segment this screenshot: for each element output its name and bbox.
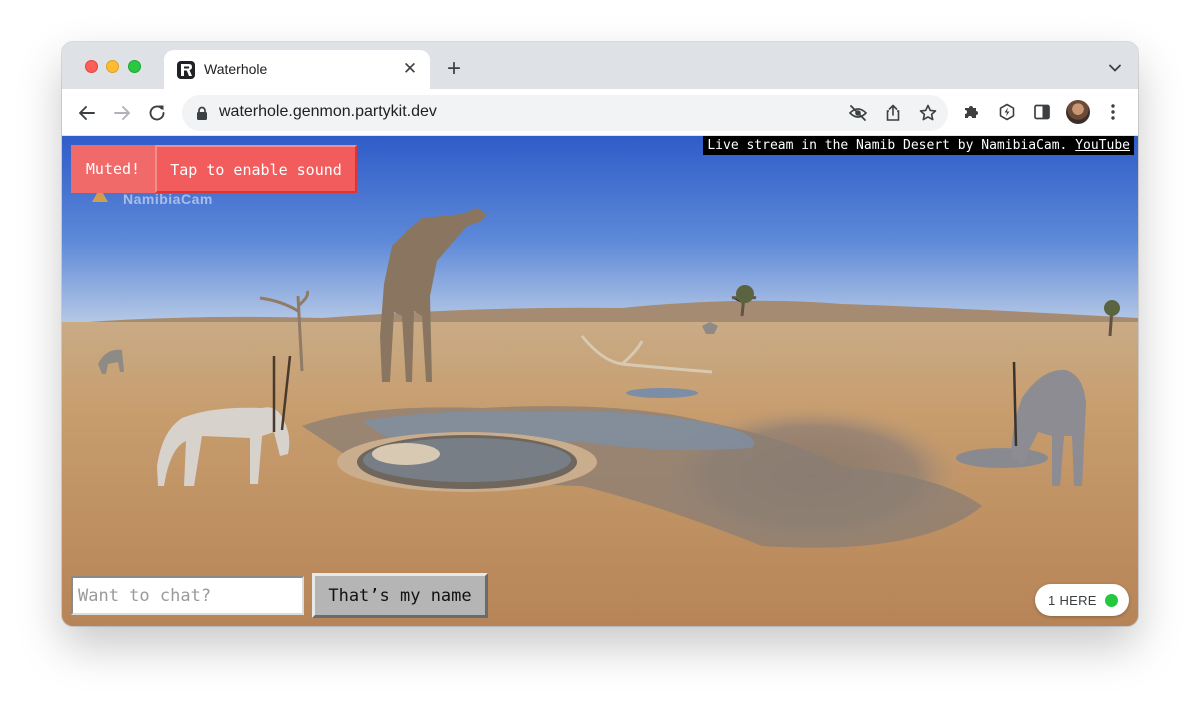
reload-icon[interactable] xyxy=(145,101,169,125)
close-icon[interactable]: ✕ xyxy=(400,59,420,79)
avatar[interactable] xyxy=(1066,100,1090,124)
livestream-view[interactable]: Live stream in the Namib Desert by Namib… xyxy=(62,136,1138,626)
puzzle-extension-icon[interactable] xyxy=(961,102,981,122)
muted-badge: Muted! xyxy=(71,145,155,193)
back-arrow-icon[interactable] xyxy=(75,101,99,125)
chevron-down-icon[interactable] xyxy=(1108,61,1122,75)
presence-badge: 1 HERE xyxy=(1035,584,1129,616)
kebab-menu-icon[interactable] xyxy=(1103,102,1123,122)
lightning-extension-icon[interactable] xyxy=(997,102,1017,122)
eye-slash-icon[interactable] xyxy=(848,103,868,123)
stream-credit: Live stream in the Namib Desert by Namib… xyxy=(703,136,1134,155)
enable-sound-button[interactable]: Tap to enable sound xyxy=(155,145,357,193)
waterhole-video xyxy=(62,136,1138,626)
forward-arrow-icon[interactable] xyxy=(110,101,134,125)
share-icon[interactable] xyxy=(883,103,903,123)
maximize-window-button[interactable] xyxy=(128,60,141,73)
namibiacam-watermark: NamibiaCam xyxy=(123,191,213,207)
minimize-window-button[interactable] xyxy=(106,60,119,73)
new-tab-button[interactable]: + xyxy=(442,57,466,82)
browser-toolbar: waterhole.genmon.partykit.dev xyxy=(62,89,1138,136)
url-text[interactable]: waterhole.genmon.partykit.dev xyxy=(219,103,437,121)
tab-strip: Waterhole ✕ + xyxy=(62,42,1138,89)
tab-title: Waterhole xyxy=(204,61,268,77)
browser-window: Waterhole ✕ + waterhole.genmon.partykit.… xyxy=(62,42,1138,626)
close-window-button[interactable] xyxy=(85,60,98,73)
side-panel-icon[interactable] xyxy=(1032,102,1052,122)
youtube-link[interactable]: YouTube xyxy=(1075,138,1130,153)
set-name-button[interactable]: That’s my name xyxy=(312,573,488,618)
online-status-dot xyxy=(1105,594,1118,607)
lock-icon[interactable] xyxy=(196,106,208,120)
star-icon[interactable] xyxy=(918,103,938,123)
presence-count: 1 HERE xyxy=(1048,593,1097,608)
stream-credit-text: Live stream in the Namib Desert by Namib… xyxy=(707,138,1068,153)
address-bar[interactable]: waterhole.genmon.partykit.dev xyxy=(182,95,948,131)
tab-waterhole[interactable]: Waterhole ✕ xyxy=(164,50,430,89)
partykit-logo-icon xyxy=(177,61,195,79)
chat-name-input[interactable] xyxy=(71,576,304,615)
